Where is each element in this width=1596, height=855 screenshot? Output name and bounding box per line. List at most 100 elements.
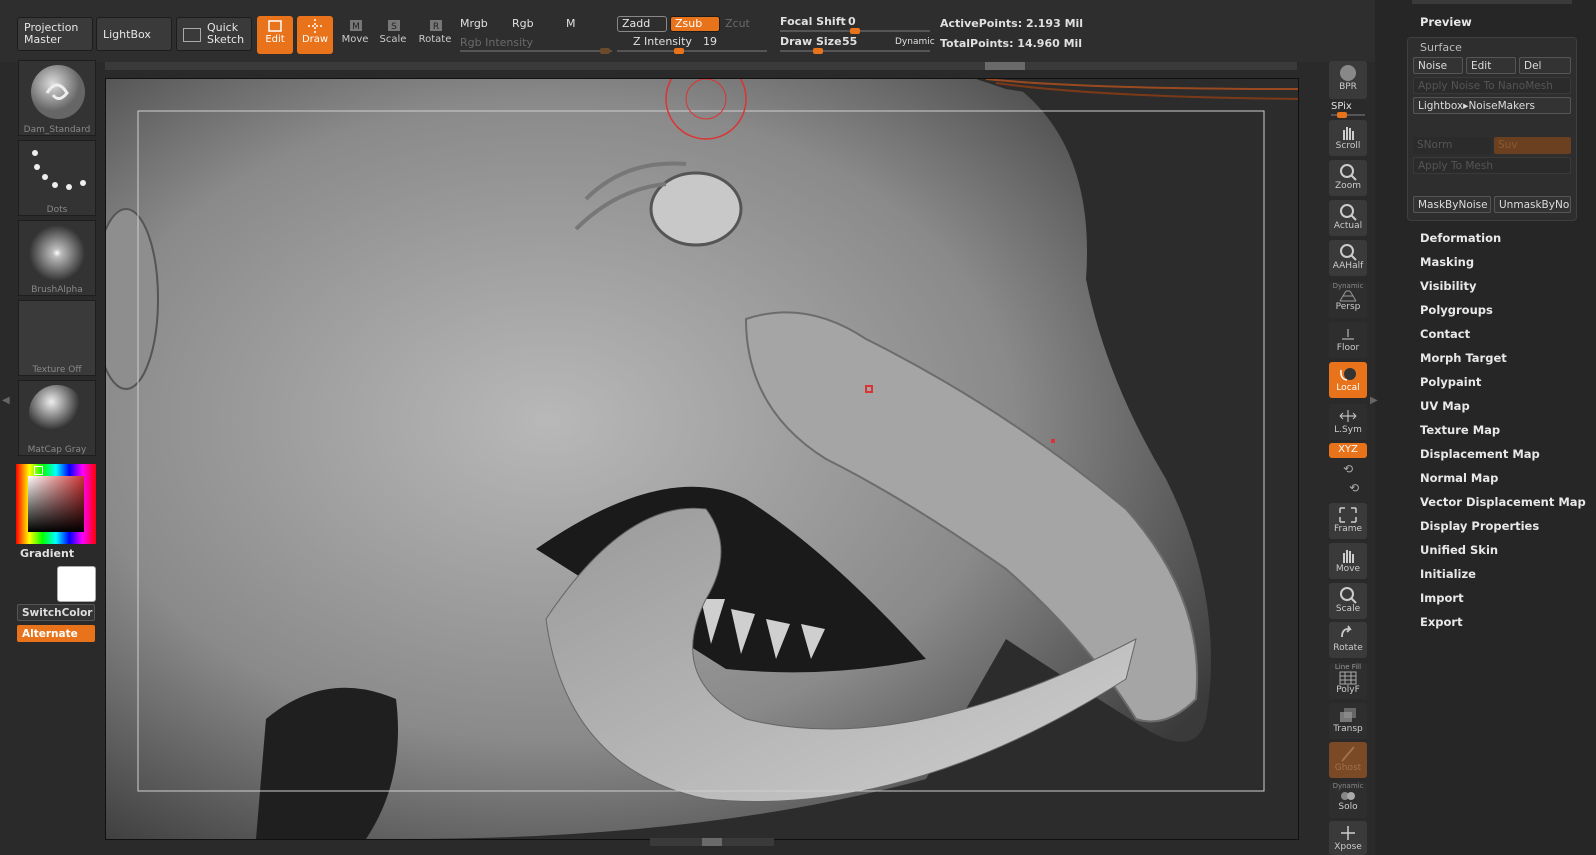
unmask-by-noise-button[interactable]: UnmaskByNo [1494, 196, 1571, 213]
vector-displacement-map-subpalette[interactable]: Vector Displacement Map [1420, 495, 1586, 509]
noise-button[interactable]: Noise [1413, 57, 1463, 74]
draw-button[interactable]: Draw [297, 16, 333, 54]
brush-thumbnail[interactable]: Dam_Standard [18, 60, 96, 136]
scale-button[interactable]: S Scale [375, 16, 411, 54]
switch-color-button[interactable]: SwitchColor [17, 604, 95, 621]
persp-button[interactable]: Dynamic Persp [1329, 282, 1367, 318]
focal-shift-knob[interactable] [850, 28, 860, 34]
local-button[interactable]: Local [1329, 362, 1367, 398]
mrgb-toggle[interactable]: Mrgb [460, 17, 488, 30]
scroll-button[interactable]: Scroll [1329, 120, 1367, 156]
alternate-button[interactable]: Alternate [17, 625, 95, 642]
suv-button[interactable]: Suv [1494, 137, 1571, 154]
zsub-button[interactable]: Zsub [670, 16, 720, 32]
polypaint-subpalette[interactable]: Polypaint [1420, 375, 1481, 389]
floor-button[interactable]: Floor [1329, 322, 1367, 358]
polyf-button[interactable]: Line Fill PolyF [1329, 663, 1367, 699]
active-points-readout: ActivePoints: 2.193 Mil [940, 17, 1084, 30]
quick-sketch-button[interactable]: Quick Sketch [176, 17, 252, 51]
top-canvas-scrollbar[interactable] [105, 62, 1297, 70]
export-subpalette[interactable]: Export [1420, 615, 1463, 629]
alpha-thumbnail[interactable]: BrushAlpha [18, 220, 96, 296]
draw-label: Draw [301, 34, 329, 45]
rotate-y-icon[interactable]: ⟲ [1340, 462, 1356, 478]
polygroups-subpalette[interactable]: Polygroups [1420, 303, 1493, 317]
bpr-button[interactable]: BPR [1329, 61, 1367, 99]
unified-skin-subpalette[interactable]: Unified Skin [1420, 543, 1498, 557]
apply-noise-nanomesh-button[interactable]: Apply Noise To NanoMesh [1413, 77, 1571, 94]
rgb-intensity-track[interactable] [460, 48, 612, 54]
deformation-subpalette[interactable]: Deformation [1420, 231, 1501, 245]
top-scrollbar-thumb[interactable] [985, 62, 1025, 70]
zadd-button[interactable]: Zadd [617, 16, 667, 32]
rotate-view-button[interactable]: Rotate [1329, 622, 1367, 658]
noise-edit-button[interactable]: Edit [1466, 57, 1516, 74]
bottom-scrollbar-thumb[interactable] [702, 838, 722, 846]
z-intensity-knob[interactable] [673, 48, 684, 54]
rotate-z-icon[interactable]: ⟲ [1346, 481, 1362, 497]
displacement-map-subpalette[interactable]: Displacement Map [1420, 447, 1540, 461]
morph-target-subpalette[interactable]: Morph Target [1420, 351, 1507, 365]
mask-by-noise-button[interactable]: MaskByNoise [1413, 196, 1491, 213]
focal-shift-track[interactable] [780, 28, 930, 34]
right-tray-toggle-icon[interactable]: ▶ [1370, 395, 1378, 425]
zcut-button[interactable]: Zcut [725, 17, 750, 30]
z-intensity-track[interactable] [617, 48, 767, 54]
rotate-button[interactable]: R Rotate [417, 16, 453, 54]
left-tray-toggle-icon[interactable]: ◀ [2, 395, 10, 425]
bottom-canvas-scrollbar[interactable] [650, 838, 774, 846]
uv-map-subpalette[interactable]: UV Map [1420, 399, 1470, 413]
draw-size-track[interactable] [780, 48, 930, 54]
rgb-toggle[interactable]: Rgb [512, 17, 534, 30]
apply-to-mesh-button[interactable]: Apply To Mesh [1413, 157, 1571, 174]
preview-subpalette[interactable]: Preview [1420, 15, 1472, 29]
dynamic-toggle[interactable]: Dynamic [895, 37, 935, 47]
actual-button[interactable]: Actual [1329, 200, 1367, 236]
color-square[interactable] [28, 476, 84, 532]
draw-size-knob[interactable] [813, 48, 823, 54]
xyz-button[interactable]: XYZ [1329, 443, 1367, 458]
spix-knob[interactable] [1337, 112, 1347, 118]
visibility-subpalette[interactable]: Visibility [1420, 279, 1476, 293]
snorm-slider[interactable]: SNorm [1413, 137, 1491, 154]
normal-map-subpalette[interactable]: Normal Map [1420, 471, 1498, 485]
spix-slider[interactable]: SPix [1331, 101, 1352, 112]
rgb-intensity-slider[interactable]: Rgb Intensity [460, 36, 533, 49]
import-subpalette[interactable]: Import [1420, 591, 1464, 605]
ghost-button[interactable]: Ghost [1329, 742, 1367, 778]
material-thumbnail[interactable]: MatCap Gray [18, 380, 96, 456]
solo-button[interactable]: Dynamic Solo [1329, 782, 1367, 818]
edit-button[interactable]: Edit [257, 16, 293, 54]
frame-button[interactable]: Frame [1329, 503, 1367, 539]
lightbox-noisemakers-button[interactable]: Lightbox▸NoiseMakers [1413, 97, 1571, 114]
move-view-button[interactable]: Move [1329, 543, 1367, 579]
lsym-button[interactable]: L.Sym [1329, 404, 1367, 440]
scale-view-button[interactable]: Scale [1329, 583, 1367, 619]
m-toggle[interactable]: M [566, 17, 576, 30]
texture-thumbnail[interactable]: Texture Off [18, 300, 96, 376]
spix-track[interactable] [1331, 112, 1365, 118]
masking-subpalette[interactable]: Masking [1420, 255, 1474, 269]
transp-button[interactable]: Transp [1329, 703, 1367, 739]
contact-subpalette[interactable]: Contact [1420, 327, 1470, 341]
initialize-subpalette[interactable]: Initialize [1420, 567, 1476, 581]
noise-del-button[interactable]: Del [1519, 57, 1571, 74]
aahalf-button[interactable]: AAHalf [1329, 240, 1367, 276]
display-properties-subpalette[interactable]: Display Properties [1420, 519, 1539, 533]
color-picker-marker[interactable] [34, 466, 43, 475]
gradient-label[interactable]: Gradient [20, 547, 74, 560]
rgb-intensity-knob[interactable] [600, 48, 610, 54]
projection-master-button[interactable]: Projection Master [17, 17, 93, 51]
zoom-button[interactable]: Zoom [1329, 160, 1367, 196]
secondary-color-swatch[interactable] [57, 566, 96, 602]
viewport-canvas[interactable] [105, 78, 1299, 840]
texture-map-subpalette[interactable]: Texture Map [1420, 423, 1500, 437]
stroke-thumbnail[interactable]: Dots [18, 140, 96, 216]
xpose-button[interactable]: Xpose [1329, 821, 1367, 855]
move-button[interactable]: M Move [337, 16, 373, 54]
xpose-label: Xpose [1334, 842, 1362, 852]
lightbox-label: LightBox [103, 28, 151, 41]
color-picker[interactable] [16, 464, 96, 544]
surface-header[interactable]: Surface [1420, 41, 1462, 54]
lightbox-button[interactable]: LightBox [96, 17, 172, 51]
